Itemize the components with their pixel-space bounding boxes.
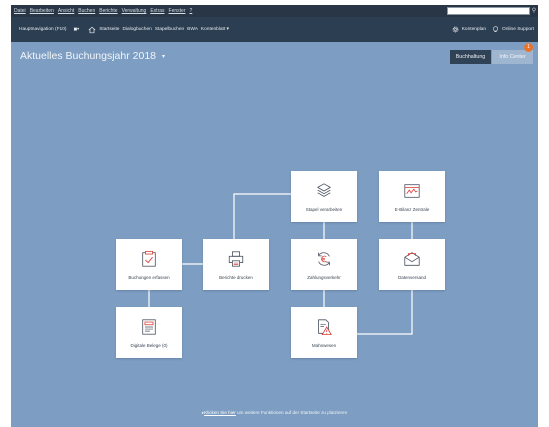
navbar-right-group: Kontenplan Online Support <box>452 17 534 42</box>
menu-datei[interactable]: Datei <box>14 8 26 14</box>
menu-verwaltung[interactable]: Verwaltung <box>122 8 147 14</box>
menu-ansicht[interactable]: Ansicht <box>58 8 74 14</box>
euro-cycle-icon <box>318 252 330 266</box>
document-warning-icon <box>318 319 332 336</box>
app-window: Datei Bearbeiten Ansicht Buchen Berichte… <box>11 0 538 427</box>
nav-link-stapelbuchen[interactable]: Stapelbuchen <box>155 27 184 32</box>
kontenplan-link[interactable]: Kontenplan <box>462 27 486 32</box>
menu-fenster[interactable]: Fenster <box>169 8 186 14</box>
search-input[interactable] <box>447 7 530 15</box>
tile-label: Digitale Belege (0) <box>130 343 168 348</box>
navigation-bar: Hauptnavigation (F10) ■• Startseite Dial… <box>11 17 538 42</box>
search-icon[interactable]: ⚲ <box>530 6 538 16</box>
layers-icon <box>317 183 331 197</box>
tile-label: E-Bilanz Zentrale <box>394 207 430 212</box>
tile-digitale-belege[interactable]: Digitale Belege (0) <box>116 307 182 358</box>
workflow-connectors <box>148 193 413 335</box>
clipboard-check-icon <box>142 250 156 267</box>
menu-bearbeiten[interactable]: Bearbeiten <box>30 8 54 14</box>
tile-label: Mahnwesen <box>311 343 337 348</box>
nav-link-dialogbuchen[interactable]: Dialogbuchen <box>122 27 151 32</box>
tile-stapel-verarbeiten[interactable]: Stapel verarbeiten <box>291 171 357 222</box>
menu-extras[interactable]: Extras <box>150 8 164 14</box>
tile-e-bilanz-zentrale[interactable]: E-Bilanz Zentrale <box>379 171 445 222</box>
menu-help[interactable]: ? <box>189 8 192 14</box>
nav-link-kontenblatt[interactable]: Kontenblatt ▾ <box>201 27 229 32</box>
start-page: Aktuelles Buchungsjahr 2018 ▾ Buchhaltun… <box>11 42 538 427</box>
balance-chart-icon <box>404 184 420 198</box>
tile-zahlungsverkehr[interactable]: Zahlungsverkehr <box>291 239 357 290</box>
footer-text: um weitere Funktionen auf der Startseite… <box>235 410 348 415</box>
menu-berichte[interactable]: Berichte <box>99 8 117 14</box>
home-icon[interactable] <box>88 26 96 34</box>
nav-link-startseite[interactable]: Startseite <box>99 27 119 32</box>
printer-icon <box>228 251 244 267</box>
footer-hint: ▸Klicken Sie hier um weitere Funktionen … <box>11 410 538 416</box>
tile-label: Berichte drucken <box>219 275 253 280</box>
main-navigation-button[interactable]: Hauptnavigation (F10) <box>19 27 66 32</box>
lightbulb-icon[interactable] <box>492 26 499 33</box>
tile-mahnwesen[interactable]: Mahnwesen <box>291 307 357 358</box>
tile-datenversand[interactable]: Datenversand <box>379 239 445 290</box>
document-icon <box>142 319 156 335</box>
tile-buchungen-erfassen[interactable]: Buchungen erfassen <box>116 239 182 290</box>
online-support-link[interactable]: Online Support <box>502 27 534 32</box>
menu-buchen[interactable]: Buchen <box>78 8 95 14</box>
nav-link-bwa[interactable]: BWA <box>187 27 198 32</box>
pin-icon[interactable]: ■• <box>73 27 79 33</box>
envelope-icon <box>404 252 420 266</box>
tile-berichte-drucken[interactable]: Berichte drucken <box>203 239 269 290</box>
menu-bar: Datei Bearbeiten Ansicht Buchen Berichte… <box>11 5 538 17</box>
customize-link[interactable]: Klicken Sie hier <box>204 410 236 415</box>
tile-label: Stapel verarbeiten <box>305 207 343 212</box>
tile-label: Buchungen erfassen <box>128 275 170 280</box>
tile-label: Datenversand <box>397 275 427 280</box>
gear-icon[interactable] <box>452 26 459 33</box>
tile-label: Zahlungsverkehr <box>307 275 341 280</box>
